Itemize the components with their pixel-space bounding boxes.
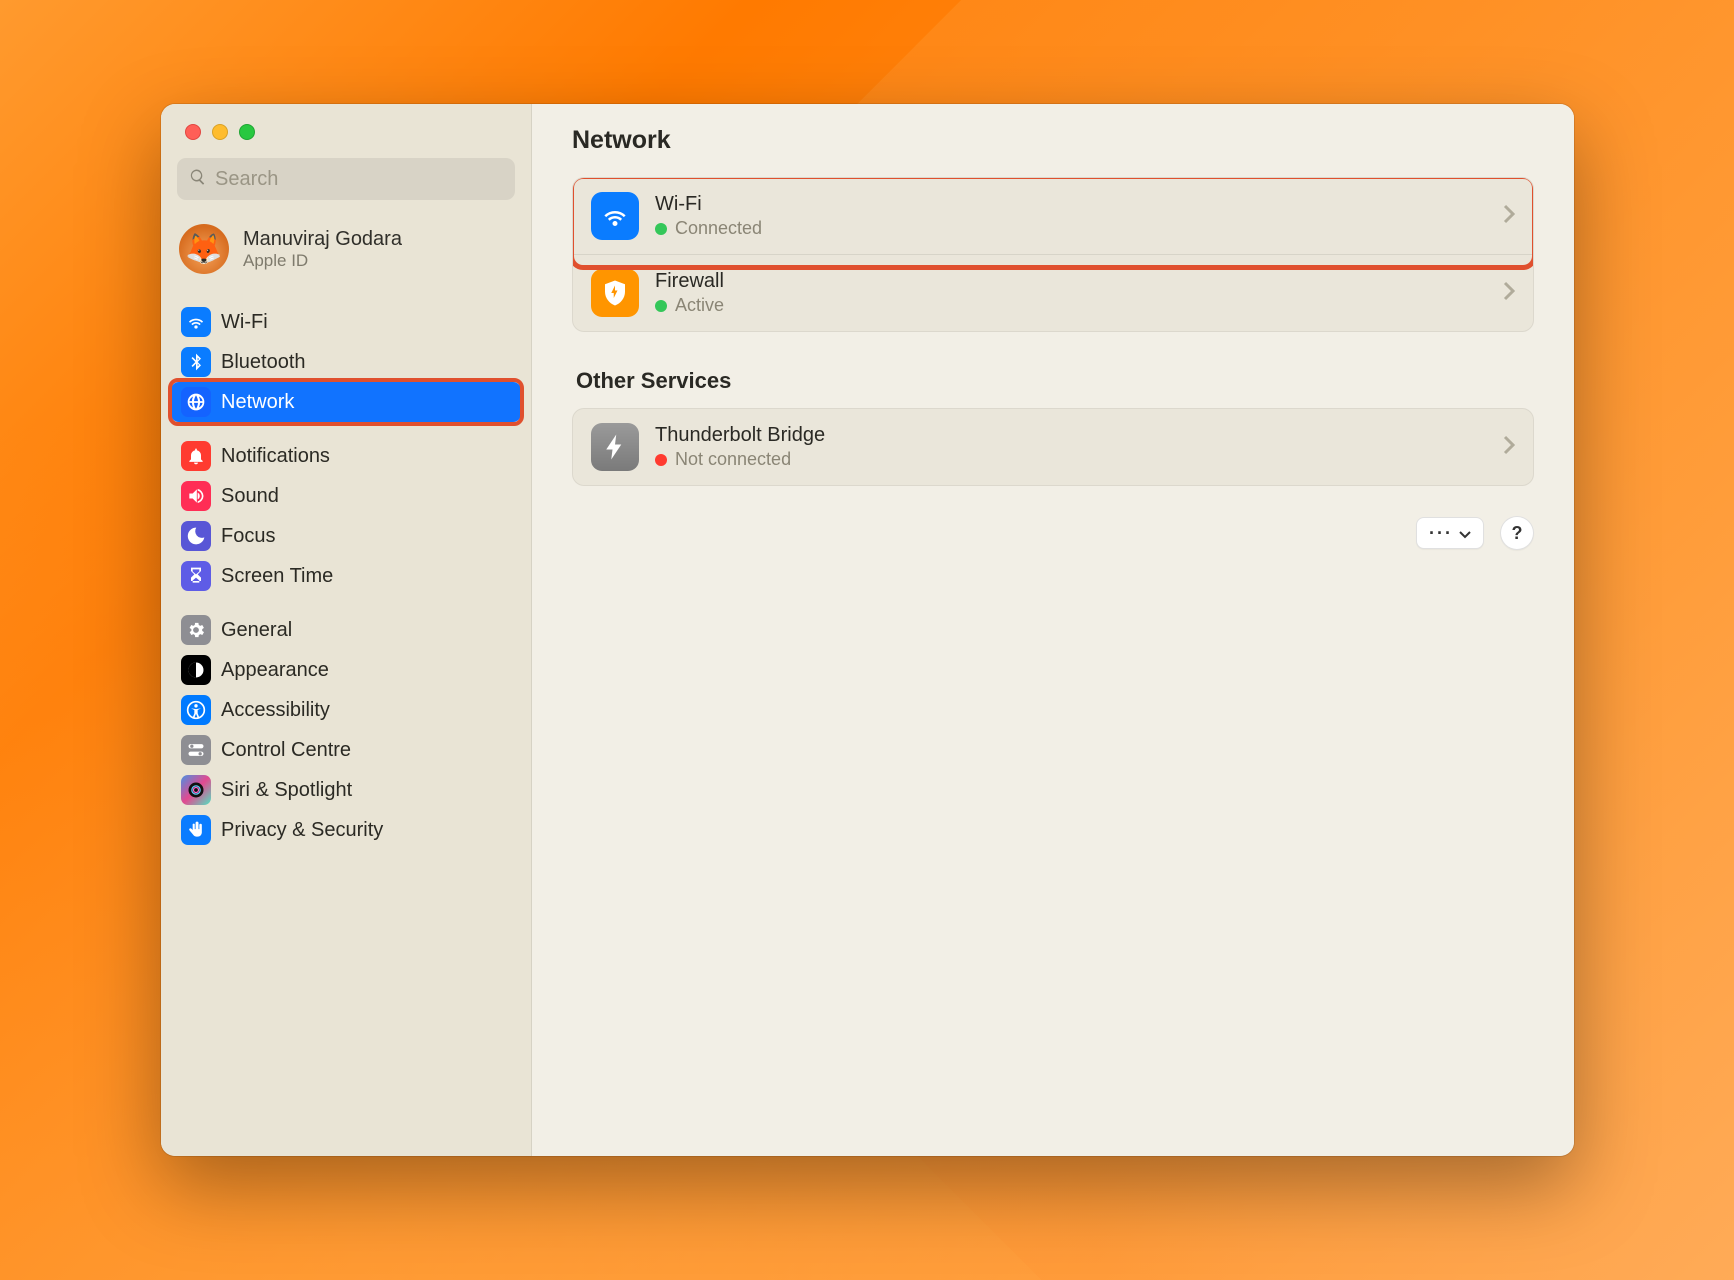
other-services-title: Other Services: [576, 368, 1534, 394]
avatar: 🦊: [179, 224, 229, 274]
status-dot: [655, 454, 667, 466]
fullscreen-button[interactable]: [239, 124, 255, 140]
sidebar-item-bluetooth[interactable]: Bluetooth: [171, 342, 521, 382]
sidebar-item-label: Privacy & Security: [221, 819, 383, 842]
sidebar-item-label: General: [221, 619, 292, 642]
sidebar-item-label: Notifications: [221, 445, 330, 468]
help-button[interactable]: ?: [1500, 516, 1534, 550]
more-menu-button[interactable]: ···: [1416, 517, 1484, 549]
sidebar-item-privacy[interactable]: Privacy & Security: [171, 810, 521, 850]
sidebar-item-label: Bluetooth: [221, 351, 306, 374]
sidebar-item-general[interactable]: General: [171, 610, 521, 650]
sidebar-item-siri[interactable]: Siri & Spotlight: [171, 770, 521, 810]
network-row-tbbridge[interactable]: Thunderbolt BridgeNot connected: [573, 409, 1533, 485]
appearance-icon: [181, 655, 211, 685]
row-status: Active: [655, 295, 1487, 316]
sidebar-item-screentime[interactable]: Screen Time: [171, 556, 521, 596]
close-button[interactable]: [185, 124, 201, 140]
main-pane: Network Wi-FiConnectedFirewallActive Oth…: [532, 104, 1574, 1156]
primary-services-card: Wi-FiConnectedFirewallActive: [572, 177, 1534, 332]
sidebar-item-label: Wi-Fi: [221, 311, 268, 334]
sidebar-item-label: Siri & Spotlight: [221, 779, 352, 802]
sidebar-item-notifications[interactable]: Notifications: [171, 436, 521, 476]
status-dot: [655, 300, 667, 312]
search-field[interactable]: [177, 158, 515, 200]
switches-icon: [181, 735, 211, 765]
network-row-firewall[interactable]: FirewallActive: [573, 254, 1533, 331]
sidebar-item-label: Control Centre: [221, 739, 351, 762]
window-controls: [161, 104, 531, 140]
chevron-down-icon: [1459, 523, 1471, 544]
row-status: Connected: [655, 218, 1487, 239]
sidebar-item-focus[interactable]: Focus: [171, 516, 521, 556]
apple-id-account[interactable]: 🦊 Manuviraj Godara Apple ID: [161, 210, 531, 286]
bolt-icon: [591, 423, 639, 471]
sidebar-item-label: Screen Time: [221, 565, 333, 588]
bell-icon: [181, 441, 211, 471]
siri-icon: [181, 775, 211, 805]
row-title: Thunderbolt Bridge: [655, 424, 1487, 447]
network-row-wifi[interactable]: Wi-FiConnected: [573, 178, 1533, 254]
speaker-icon: [181, 481, 211, 511]
footer-actions: ··· ?: [572, 516, 1534, 550]
sidebar-item-label: Sound: [221, 485, 279, 508]
wifi-icon: [591, 192, 639, 240]
row-title: Wi-Fi: [655, 193, 1487, 216]
account-sub: Apple ID: [243, 251, 402, 271]
sidebar-nav: Wi-Fi Bluetooth Network Notifications Sound F…: [161, 286, 531, 1156]
sidebar-item-accessibility[interactable]: Accessibility: [171, 690, 521, 730]
system-settings-window: 🦊 Manuviraj Godara Apple ID Wi-Fi Bluetoo…: [161, 104, 1574, 1156]
row-status: Not connected: [655, 449, 1487, 470]
firewall-icon: [591, 269, 639, 317]
sidebar-item-wifi[interactable]: Wi-Fi: [171, 302, 521, 342]
account-name: Manuviraj Godara: [243, 228, 402, 251]
sidebar: 🦊 Manuviraj Godara Apple ID Wi-Fi Bluetoo…: [161, 104, 532, 1156]
chevron-right-icon: [1503, 204, 1515, 229]
minimize-button[interactable]: [212, 124, 228, 140]
status-dot: [655, 223, 667, 235]
moon-icon: [181, 521, 211, 551]
search-container: [161, 140, 531, 210]
sidebar-item-label: Accessibility: [221, 699, 330, 722]
sidebar-item-label: Focus: [221, 525, 275, 548]
sidebar-item-sound[interactable]: Sound: [171, 476, 521, 516]
hourglass-icon: [181, 561, 211, 591]
bluetooth-icon: [181, 347, 211, 377]
wifi-icon: [181, 307, 211, 337]
accessibility-icon: [181, 695, 211, 725]
other-services-card: Thunderbolt BridgeNot connected: [572, 408, 1534, 486]
gear-icon: [181, 615, 211, 645]
search-icon: [189, 168, 215, 191]
chevron-right-icon: [1503, 281, 1515, 306]
sidebar-item-controlcentre[interactable]: Control Centre: [171, 730, 521, 770]
page-title: Network: [572, 126, 1534, 155]
sidebar-item-label: Network: [221, 391, 294, 414]
sidebar-item-network[interactable]: Network: [171, 382, 521, 422]
chevron-right-icon: [1503, 435, 1515, 460]
desktop-wallpaper: 🦊 Manuviraj Godara Apple ID Wi-Fi Bluetoo…: [0, 0, 1734, 1280]
search-input[interactable]: [215, 168, 503, 191]
globe-icon: [181, 387, 211, 417]
hand-icon: [181, 815, 211, 845]
sidebar-item-appearance[interactable]: Appearance: [171, 650, 521, 690]
sidebar-item-label: Appearance: [221, 659, 329, 682]
row-title: Firewall: [655, 270, 1487, 293]
